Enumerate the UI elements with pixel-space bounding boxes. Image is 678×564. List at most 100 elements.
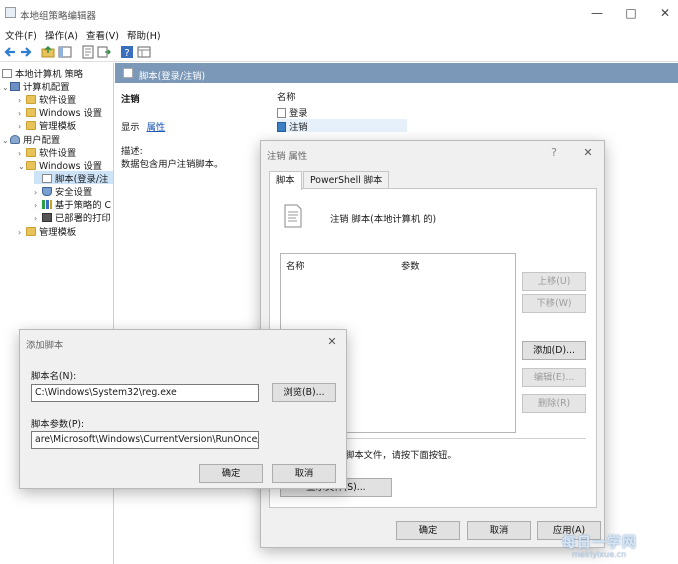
back-arrow-icon[interactable] <box>3 45 17 59</box>
printer-icon <box>42 213 52 222</box>
tree-node-user-software-settings[interactable]: › 软件设置 <box>18 145 76 159</box>
chevron-down-icon[interactable]: ⌄ <box>18 162 26 171</box>
chevron-right-icon[interactable]: › <box>18 96 26 105</box>
column-name[interactable]: 名称 <box>286 258 305 272</box>
chevron-right-icon[interactable]: › <box>18 122 26 131</box>
menu-file[interactable]: 文件(F) <box>5 28 37 42</box>
tree-node-scripts[interactable]: 脚本(登录/注 <box>34 171 113 185</box>
minimize-button[interactable]: — <box>586 4 608 22</box>
move-down-button[interactable]: 下移(W) <box>522 294 586 313</box>
tree-node-deployed-printers[interactable]: › 已部署的打印 <box>34 210 111 224</box>
chevron-right-icon[interactable]: › <box>18 228 26 237</box>
maximize-button[interactable]: □ <box>620 4 642 22</box>
tree-node-windows-settings[interactable]: › Windows 设置 <box>18 105 102 119</box>
computer-policy-icon <box>2 69 12 78</box>
tree-node-security-settings[interactable]: › 安全设置 <box>34 184 92 198</box>
ok-button[interactable]: 确定 <box>396 521 460 540</box>
description-text: 数据包含用户注销脚本。 <box>121 159 224 170</box>
chevron-right-icon[interactable]: › <box>18 149 26 158</box>
menu-help[interactable]: 帮助(H) <box>127 28 161 42</box>
move-up-button[interactable]: 上移(U) <box>522 272 586 291</box>
details-header: 脚本(登录/注销) <box>115 63 678 83</box>
script-params-input[interactable]: are\Microsoft\Windows\CurrentVersion\Run… <box>31 431 259 449</box>
chevron-right-icon[interactable]: › <box>18 109 26 118</box>
script-icon <box>277 122 286 132</box>
list-item-logoff[interactable]: 注销 <box>277 119 407 133</box>
script-name-input[interactable]: C:\Windows\System32\reg.exe <box>31 384 259 402</box>
chevron-right-icon[interactable]: › <box>34 214 42 223</box>
folder-icon <box>26 227 36 236</box>
scripts-heading: 注销 脚本(本地计算机 的) <box>330 214 437 225</box>
script-file-icon <box>284 204 302 228</box>
close-button[interactable]: ✕ <box>654 4 676 22</box>
column-params[interactable]: 参数 <box>401 258 420 272</box>
script-params-label: 脚本参数(P): <box>31 419 85 430</box>
chevron-right-icon[interactable]: › <box>34 188 42 197</box>
folder-icon <box>26 108 36 117</box>
tree-node-user-windows-settings[interactable]: ⌄ Windows 设置 <box>18 158 102 172</box>
display-label: 显示 <box>121 122 140 133</box>
folder-icon <box>26 161 36 170</box>
edit-script-button[interactable]: 编辑(E)... <box>522 368 586 387</box>
remove-script-button[interactable]: 删除(R) <box>522 394 586 413</box>
svg-text:?: ? <box>124 48 129 59</box>
folder-icon <box>26 121 36 130</box>
help-icon[interactable]: ? <box>120 45 134 59</box>
help-button[interactable]: ? <box>545 144 563 162</box>
view-icon[interactable] <box>137 45 151 59</box>
up-folder-icon[interactable] <box>41 45 55 59</box>
script-icon <box>42 174 52 183</box>
menu-view[interactable]: 查看(V) <box>86 28 119 42</box>
add-script-close-button[interactable]: ✕ <box>323 333 341 351</box>
display-row: 显示 属性 <box>121 119 165 133</box>
add-cancel-button[interactable]: 取消 <box>272 464 336 483</box>
description-label: 描述: <box>121 146 143 157</box>
menu-bar: 文件(F) 操作(A) 查看(V) 帮助(H) <box>0 26 678 42</box>
add-ok-button[interactable]: 确定 <box>199 464 263 483</box>
tree-node-user-config[interactable]: ⌄ 用户配置 <box>2 132 60 146</box>
list-item-logon[interactable]: 登录 <box>277 105 308 119</box>
tree-node-local-policy[interactable]: 本地计算机 策略 <box>2 66 83 80</box>
tree-node-user-admin-templates[interactable]: › 管理模板 <box>18 224 76 238</box>
script-icon <box>123 68 133 78</box>
title-bar: 本地组策略编辑器 — □ ✕ <box>0 0 678 26</box>
show-hide-tree-icon[interactable] <box>58 45 72 59</box>
cancel-button[interactable]: 取消 <box>467 521 531 540</box>
menu-action[interactable]: 操作(A) <box>45 28 78 42</box>
tree-node-computer-config[interactable]: ⌄ 计算机配置 <box>2 79 70 93</box>
chart-icon <box>42 200 52 209</box>
export-list-icon[interactable] <box>97 45 111 59</box>
browse-button[interactable]: 浏览(B)... <box>272 383 336 402</box>
folder-icon <box>26 148 36 157</box>
tree-node-policy-qos[interactable]: › 基于策略的 C <box>34 197 111 211</box>
dialog-title: 注销 属性 <box>267 151 308 162</box>
properties-link[interactable]: 属性 <box>147 122 166 133</box>
tree-node-software-settings[interactable]: › 软件设置 <box>18 92 76 106</box>
watermark-subtext: meiriyixue.cn <box>572 550 627 559</box>
watermark-text: 每日一学网 <box>562 535 637 551</box>
shield-icon <box>42 187 52 196</box>
add-script-title: 添加脚本 <box>26 340 64 351</box>
folder-icon <box>26 95 36 104</box>
add-script-dialog: 添加脚本 ✕ 脚本名(N): C:\Windows\System32\reg.e… <box>19 329 347 489</box>
properties-icon[interactable] <box>81 45 95 59</box>
add-script-button[interactable]: 添加(D)... <box>522 341 586 360</box>
chevron-down-icon[interactable]: ⌄ <box>2 136 10 145</box>
chevron-down-icon[interactable]: ⌄ <box>2 83 10 92</box>
window-title: 本地组策略编辑器 <box>20 11 97 22</box>
dialog-close-button[interactable]: ✕ <box>579 144 597 162</box>
script-name-label: 脚本名(N): <box>31 371 77 382</box>
section-title: 注销 <box>121 94 140 105</box>
site-watermark: 每日一学网 meiriyixue.cn <box>540 530 678 564</box>
toolbar: ? <box>0 42 678 62</box>
tab-powershell-scripts[interactable]: PowerShell 脚本 <box>303 171 390 189</box>
chevron-right-icon[interactable]: › <box>34 201 42 210</box>
tree-node-admin-templates[interactable]: › 管理模板 <box>18 118 76 132</box>
user-icon <box>10 135 20 144</box>
computer-icon <box>10 82 20 91</box>
script-icon <box>277 108 286 118</box>
forward-arrow-icon[interactable] <box>19 45 33 59</box>
main-window: 本地组策略编辑器 — □ ✕ 文件(F) 操作(A) 查看(V) 帮助(H) ?… <box>0 0 678 564</box>
list-column-name[interactable]: 名称 <box>277 89 296 103</box>
tab-scripts[interactable]: 脚本 <box>269 171 302 190</box>
